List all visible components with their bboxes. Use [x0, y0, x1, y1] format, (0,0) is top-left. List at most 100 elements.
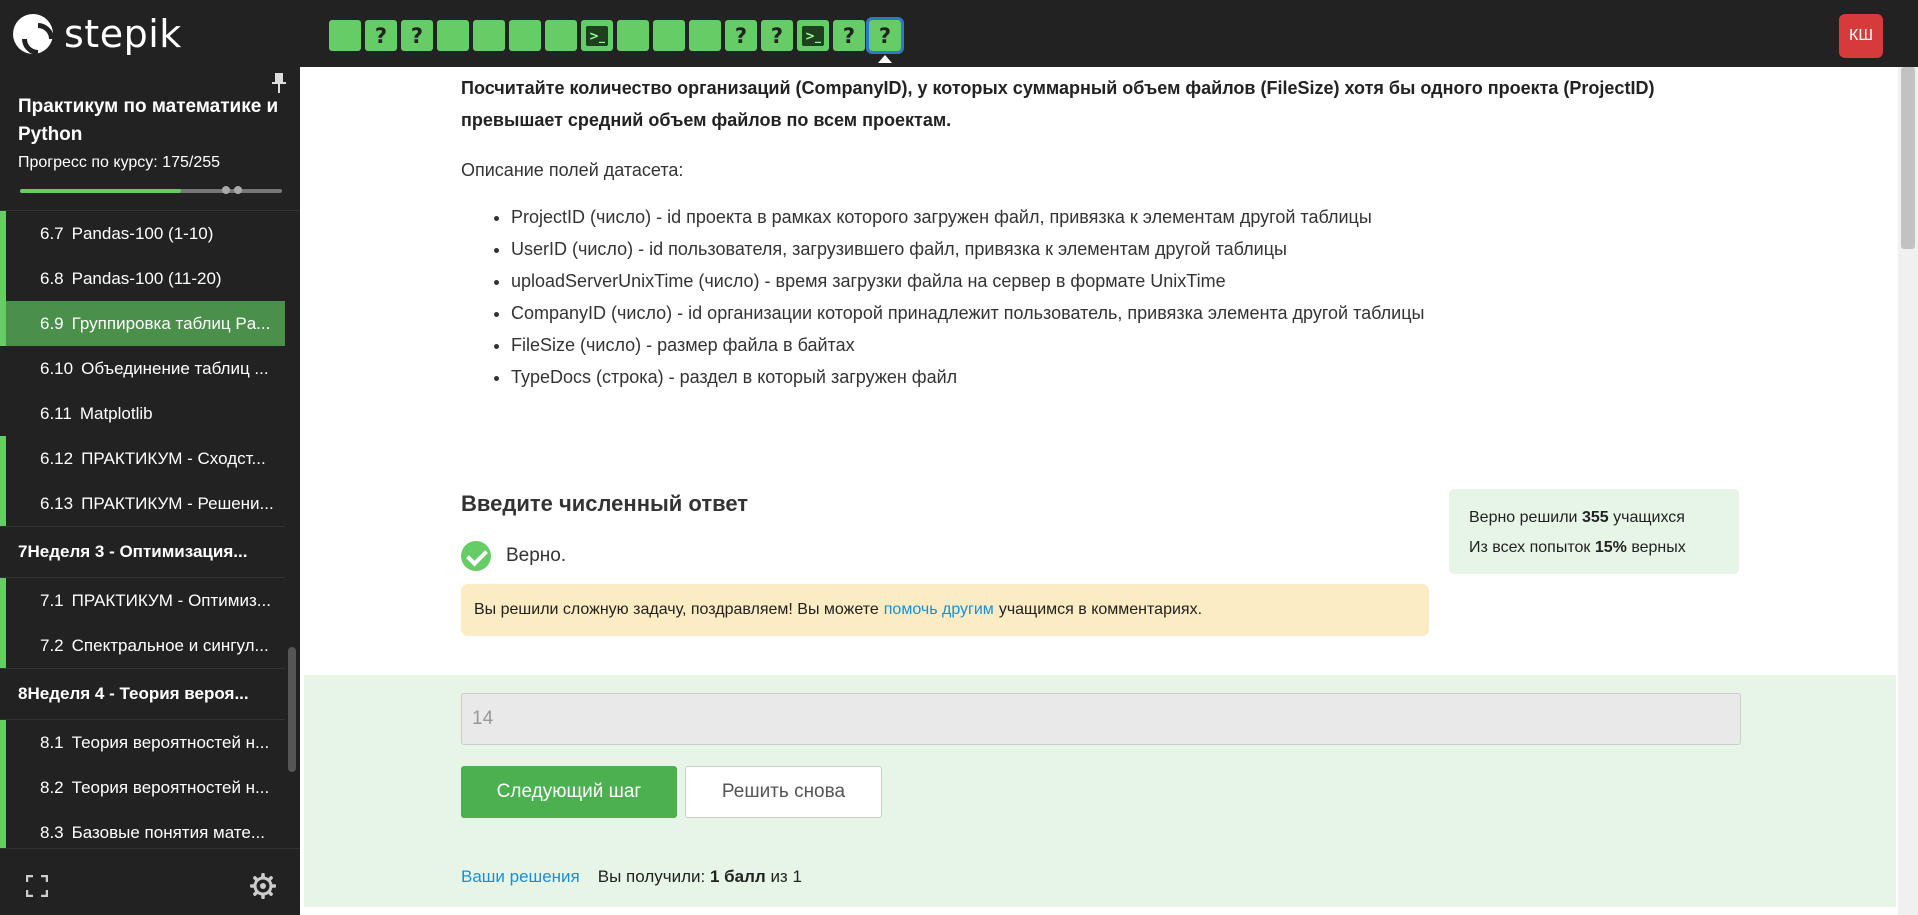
- sidebar-item-label: Группировка таблиц Pa...: [71, 313, 271, 333]
- success-rate-stat: Из всех попыток 15% верных: [1469, 533, 1719, 563]
- correct-text: Верно.: [506, 545, 567, 566]
- dataset-field-item: ProjectID (число) - id проекта в рамках …: [511, 201, 1741, 233]
- terminal-icon: >_: [802, 25, 824, 46]
- stat-label: учащихся: [1613, 509, 1685, 526]
- sidebar-item-label: Теория вероятностей н...: [71, 732, 270, 752]
- step-13-quiz[interactable]: ?: [761, 20, 793, 51]
- dataset-description-title: Описание полей датасета:: [461, 160, 684, 180]
- sidebar-scrollbar[interactable]: [288, 647, 296, 772]
- your-solutions-link[interactable]: Ваши решения: [461, 867, 580, 887]
- success-percent: 15%: [1594, 539, 1627, 556]
- step-2-quiz[interactable]: ?: [365, 20, 397, 51]
- sidebar-item-label: Объединение таблиц ...: [81, 358, 269, 378]
- sidebar-item-number: 7: [18, 542, 28, 561]
- sidebar-item-number: 8.3: [40, 822, 64, 842]
- sidebar-item-6-9[interactable]: 6.9 Группировка таблиц Pa...: [0, 301, 285, 346]
- dataset-field-item: uploadServerUnixTime (число) - время заг…: [511, 265, 1741, 297]
- sidebar-item-label: Базовые понятия мате...: [71, 822, 265, 842]
- sidebar-item-label: ПРАКТИКУМ - Сходст...: [81, 448, 266, 468]
- lesson-list: 6.7 Pandas-100 (1-10) 6.8 Pandas-100 (11-20…: [0, 210, 300, 848]
- step-16-quiz[interactable]: ?: [866, 17, 904, 63]
- stat-label: верных: [1631, 539, 1686, 556]
- fullscreen-icon[interactable]: [26, 875, 48, 897]
- step-10-done[interactable]: [653, 20, 685, 51]
- next-step-button[interactable]: Следующий шаг: [461, 766, 677, 818]
- gear-icon[interactable]: [250, 873, 276, 899]
- step-content: Посчитайте количество организаций (Compa…: [300, 67, 1900, 915]
- step-5-done[interactable]: [473, 20, 505, 51]
- sidebar-item-label: Pandas-100 (1-10): [71, 223, 214, 243]
- answer-input[interactable]: 14: [461, 693, 1741, 745]
- sidebar-item-8-1[interactable]: 8.1 Теория вероятностей н...: [0, 720, 285, 765]
- course-sidebar: Практикум по математике и Python Прогрес…: [0, 67, 300, 915]
- result-status: Верно.: [461, 541, 566, 571]
- course-title[interactable]: Практикум по математике и Python: [18, 93, 288, 149]
- task-statement: Посчитайте количество организаций (Compa…: [461, 78, 1655, 130]
- sidebar-item-number: 6.8: [40, 268, 64, 288]
- step-14-code[interactable]: >_: [797, 20, 829, 51]
- score-max: из 1: [770, 867, 802, 886]
- score-label: Вы получили:: [597, 867, 706, 886]
- sidebar-item-number: 7.1: [40, 590, 64, 610]
- dataset-field-item: CompanyID (число) - id организации котор…: [511, 297, 1741, 329]
- step-15-quiz[interactable]: ?: [833, 20, 865, 51]
- pin-icon[interactable]: [272, 73, 286, 93]
- course-progress-bar: [20, 186, 282, 194]
- stat-label: Верно решили: [1469, 509, 1578, 526]
- sidebar-section-7[interactable]: 7 Неделя 3 - Оптимизация...: [0, 526, 285, 578]
- step-11-done[interactable]: [689, 20, 721, 51]
- dataset-field-item: FileSize (число) - размер файла в байтах: [511, 329, 1741, 361]
- check-icon: [461, 541, 491, 571]
- sidebar-item-number: 8.2: [40, 777, 64, 797]
- dataset-field-item: TypeDocs (строка) - раздел в который заг…: [511, 361, 1741, 393]
- sidebar-item-label: Pandas-100 (11-20): [71, 268, 222, 288]
- dataset-field-item: UserID (число) - id пользователя, загруз…: [511, 233, 1741, 265]
- sidebar-item-6-10[interactable]: 6.10 Объединение таблиц ...: [0, 346, 285, 391]
- sidebar-item-8-2[interactable]: 8.2 Теория вероятностей н...: [0, 765, 285, 810]
- user-avatar[interactable]: КШ: [1839, 14, 1883, 58]
- sidebar-item-7-2[interactable]: 7.2 Спектральное и сингул...: [0, 623, 285, 668]
- sidebar-item-label: Теория вероятностей н...: [71, 777, 270, 797]
- sidebar-item-6-11[interactable]: 6.11 Matplotlib: [0, 391, 285, 436]
- step-1-done[interactable]: [329, 20, 361, 51]
- sidebar-item-number: 6.11: [40, 403, 72, 423]
- sidebar-item-number: 8: [18, 684, 28, 703]
- answer-header: Введите численный ответ: [461, 491, 749, 516]
- congrats-text: Вы решили сложную задачу, поздравляем! В…: [474, 601, 879, 618]
- sidebar-section-8[interactable]: 8 Неделя 4 - Теория вероя...: [0, 668, 285, 720]
- step-12-quiz[interactable]: ?: [725, 20, 757, 51]
- dataset-fields-list: ProjectID (число) - id проекта в рамках …: [461, 201, 1741, 393]
- sidebar-item-label: ПРАКТИКУМ - Решени...: [81, 493, 274, 513]
- page-scrollbar-thumb[interactable]: [1901, 67, 1915, 249]
- help-others-link[interactable]: помочь другим: [884, 601, 994, 619]
- progress-marker: [234, 186, 242, 194]
- submission-footer: Ваши решения Вы получили: 1 балл из 1: [461, 867, 802, 887]
- solved-count: 355: [1581, 509, 1609, 526]
- sidebar-item-label: Спектральное и сингул...: [71, 635, 269, 655]
- step-7-done[interactable]: [545, 20, 577, 51]
- step-3-quiz[interactable]: ?: [401, 20, 433, 51]
- retry-button[interactable]: Решить снова: [685, 766, 882, 818]
- sidebar-item-6-7[interactable]: 6.7 Pandas-100 (1-10): [0, 211, 285, 256]
- sidebar-item-label: Matplotlib: [79, 403, 153, 423]
- step-9-done[interactable]: [617, 20, 649, 51]
- sidebar-item-6-12[interactable]: 6.12 ПРАКТИКУМ - Сходст...: [0, 436, 285, 481]
- sidebar-item-6-13[interactable]: 6.13 ПРАКТИКУМ - Решени...: [0, 481, 285, 526]
- sidebar-item-number: 8.1: [40, 732, 64, 752]
- step-6-done[interactable]: [509, 20, 541, 51]
- stats-box: Верно решили 355 учащихся Из всех попыто…: [1449, 489, 1739, 574]
- step-4-done[interactable]: [437, 20, 469, 51]
- sidebar-item-label: ПРАКТИКУМ - Оптимиз...: [71, 590, 271, 610]
- sidebar-item-number: 6.10: [40, 358, 74, 378]
- top-bar: stepik ?? >_?? >_?? КШ: [0, 0, 1918, 67]
- sidebar-item-number: 6.7: [40, 223, 64, 243]
- stat-label: Из всех попыток: [1469, 539, 1591, 556]
- terminal-icon: >_: [586, 25, 608, 46]
- sidebar-item-8-3[interactable]: 8.3 Базовые понятия мате...: [0, 810, 285, 848]
- sidebar-item-7-1[interactable]: 7.1 ПРАКТИКУМ - Оптимиз...: [0, 578, 285, 623]
- sidebar-item-6-8[interactable]: 6.8 Pandas-100 (11-20): [0, 256, 285, 301]
- stepik-logo[interactable]: stepik: [13, 12, 182, 56]
- stepik-logo-icon: [13, 14, 53, 54]
- sidebar-item-number: 6.12: [40, 448, 74, 468]
- step-8-code[interactable]: >_: [581, 20, 613, 51]
